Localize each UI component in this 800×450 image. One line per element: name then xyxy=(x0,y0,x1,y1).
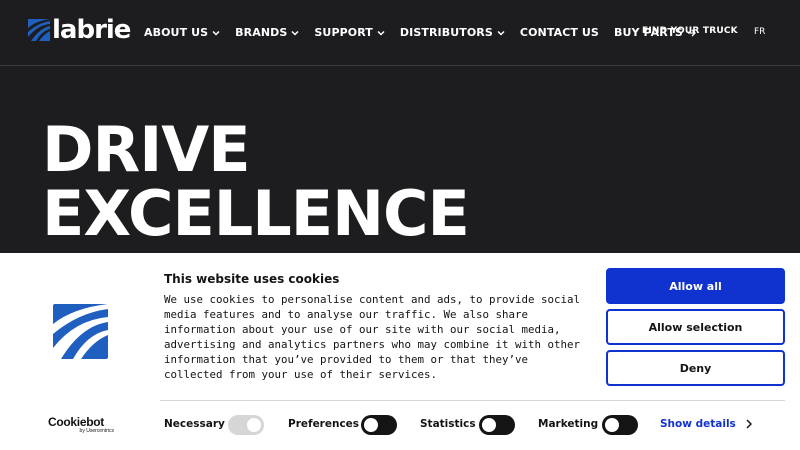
preferences-toggle[interactable] xyxy=(361,415,397,435)
labrie-logo[interactable]: labrie xyxy=(28,15,131,45)
chevron-right-icon xyxy=(746,419,752,429)
labrie-logo-icon xyxy=(53,304,108,359)
allow-selection-button[interactable]: Allow selection xyxy=(606,309,785,345)
nav-contact-us[interactable]: CONTACT US xyxy=(520,26,599,39)
language-switch[interactable]: FR xyxy=(754,27,765,37)
nav-about-us[interactable]: ABOUT US xyxy=(144,26,220,39)
divider xyxy=(160,400,785,401)
nav-label: CONTACT US xyxy=(519,26,599,39)
nav-label: ABOUT US xyxy=(144,26,209,39)
labrie-logo-icon xyxy=(28,19,50,41)
show-details-link[interactable]: Show details xyxy=(660,418,752,430)
marketing-label: Marketing xyxy=(538,418,599,430)
nav-label: BRANDS xyxy=(235,26,288,39)
allow-all-button[interactable]: Allow all xyxy=(606,268,785,304)
necessary-toggle xyxy=(228,415,264,435)
chevron-down-icon xyxy=(212,30,220,36)
nav-brands[interactable]: BRANDS xyxy=(235,26,299,39)
deny-button[interactable]: Deny xyxy=(606,350,785,386)
chevron-down-icon xyxy=(291,30,299,36)
nav-label: SUPPORT xyxy=(314,26,373,39)
cookie-description: We use cookies to personalise content an… xyxy=(164,293,581,381)
marketing-toggle[interactable] xyxy=(602,415,638,435)
toggle-knob xyxy=(605,418,619,432)
chevron-down-icon xyxy=(377,30,385,36)
find-your-truck-link[interactable]: FIND YOUR TRUCK xyxy=(642,26,738,36)
statistics-label: Statistics xyxy=(420,418,476,430)
brand-name: labrie xyxy=(52,15,131,45)
nav-support[interactable]: SUPPORT xyxy=(314,26,385,39)
statistics-toggle[interactable] xyxy=(479,415,515,435)
hero-line-2: EXCELLENCE xyxy=(42,177,470,250)
cookie-title: This website uses cookies xyxy=(164,272,340,286)
hero-line-1: DRIVE xyxy=(42,113,251,186)
site-header: labrie ABOUT US BRANDS SUPPORT DISTRIBUT… xyxy=(0,0,800,66)
toggle-knob xyxy=(247,418,261,432)
hero-title: DRIVE EXCELLENCE xyxy=(42,113,470,250)
chevron-down-icon xyxy=(497,30,505,36)
show-details-label: Show details xyxy=(660,418,736,430)
cookiebot-logo[interactable]: Cookiebot by Usercentrics xyxy=(48,416,114,435)
toggle-knob xyxy=(482,418,496,432)
main-nav: ABOUT US BRANDS SUPPORT DISTRIBUTORS CON… xyxy=(144,26,712,39)
preferences-label: Preferences xyxy=(288,418,360,430)
necessary-label: Necessary xyxy=(164,418,225,430)
nav-label: DISTRIBUTORS xyxy=(399,26,493,39)
toggle-knob xyxy=(364,418,378,432)
nav-distributors[interactable]: DISTRIBUTORS xyxy=(400,26,505,39)
